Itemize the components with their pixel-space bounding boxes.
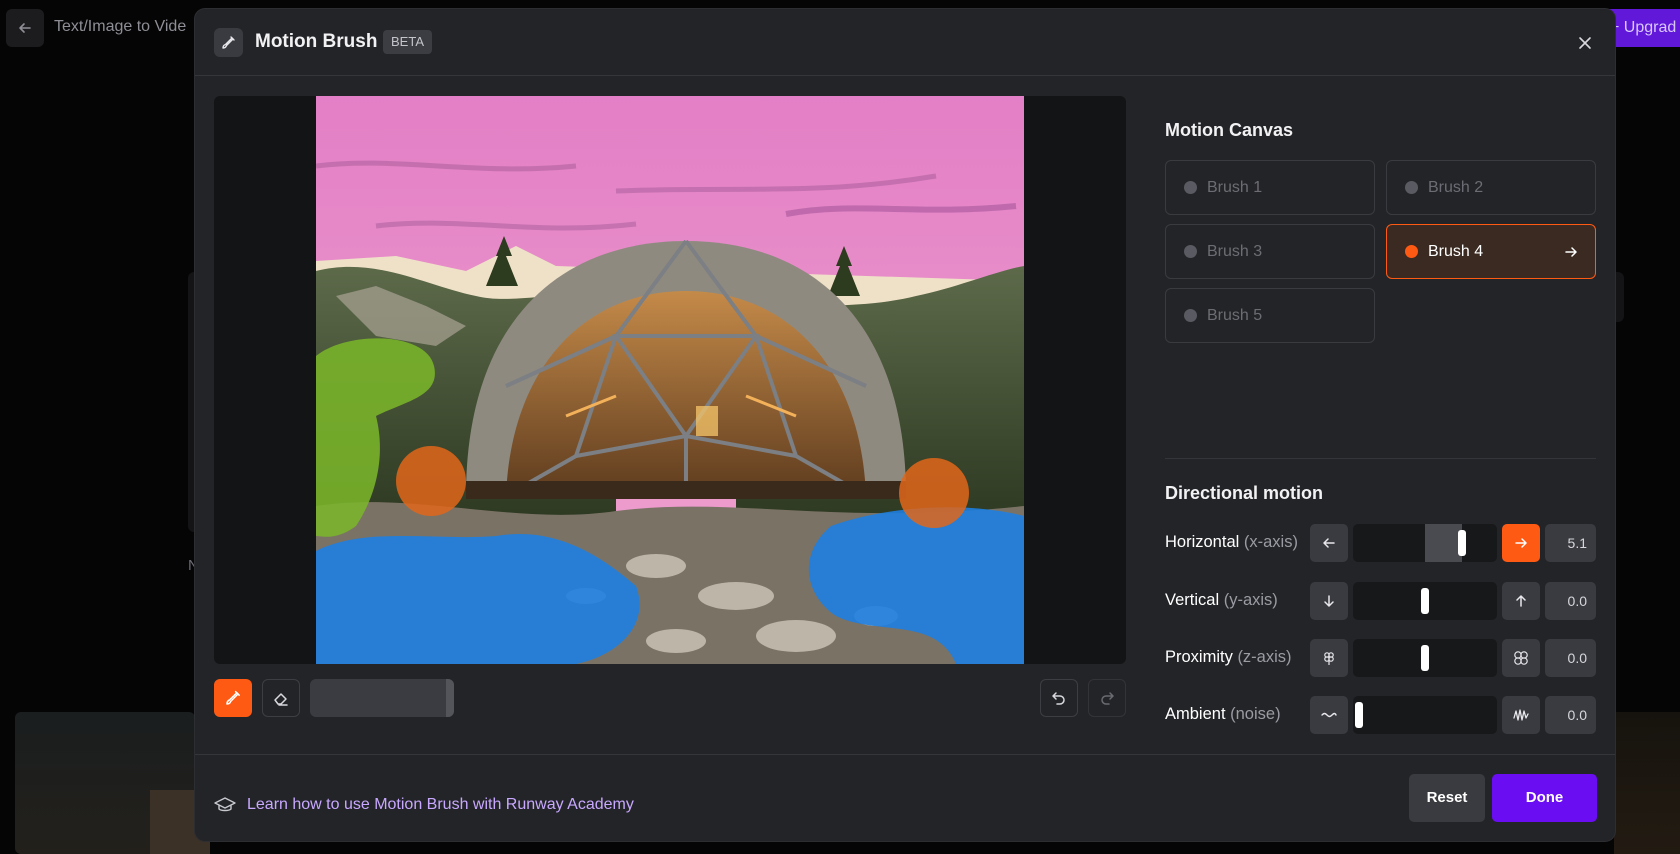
mask-orange-right [899,458,969,528]
ambient-slider[interactable] [1353,696,1497,734]
graduation-cap-icon [214,797,236,812]
back-button[interactable] [6,9,44,47]
modal-title: Motion Brush [255,31,378,52]
proximity-value[interactable]: 0.0 [1545,639,1596,677]
directional-motion-title: Directional motion [1165,483,1324,503]
brush-icon [214,28,243,57]
flower-small-icon [1324,652,1334,665]
ambient-increase-button[interactable] [1502,696,1540,734]
brush-dot-icon [1184,309,1197,322]
eraser-icon [274,693,288,706]
section-divider [1165,458,1596,459]
scene-image [316,96,1024,664]
brush-5-button[interactable]: Brush 5 [1165,288,1375,343]
brush-icon [226,690,240,705]
arrow-down-icon [1324,595,1334,607]
motion-canvas[interactable] [214,96,1126,664]
vertical-label: Vertical (y-axis) [1165,591,1278,609]
brush-3-button[interactable]: Brush 3 [1165,224,1375,279]
brush-label: Brush 5 [1207,306,1263,324]
ambient-label: Ambient (noise) [1165,705,1281,723]
horizontal-slider-thumb[interactable] [1458,530,1466,556]
brush-tool-button[interactable] [214,679,252,717]
wave-high-icon [1513,709,1529,721]
arrow-right-icon [1515,538,1527,548]
brush-dot-icon [1184,245,1197,258]
ambient-slider-thumb[interactable] [1355,702,1363,728]
arrow-left-icon [19,23,31,33]
horizontal-slider[interactable] [1353,524,1497,562]
redo-button[interactable] [1088,679,1126,717]
vertical-slider[interactable] [1353,582,1497,620]
brush-2-button[interactable]: Brush 2 [1386,160,1596,215]
brush-size-slider[interactable] [310,679,454,717]
reset-button[interactable]: Reset [1409,774,1485,822]
learn-link[interactable]: Learn how to use Motion Brush with Runwa… [214,796,634,814]
arrow-up-icon [1516,595,1526,607]
brush-label: Brush 1 [1207,178,1263,196]
proximity-in-button[interactable] [1502,639,1540,677]
brush-size-handle[interactable] [446,679,454,717]
vertical-up-button[interactable] [1502,582,1540,620]
proximity-out-button[interactable] [1310,639,1348,677]
horizontal-label: Horizontal (x-axis) [1165,533,1298,551]
background-thumbnail [1614,712,1680,854]
proximity-label: Proximity (z-axis) [1165,648,1292,666]
brush-label: Brush 2 [1428,178,1484,196]
close-button[interactable] [1573,31,1597,55]
vertical-down-button[interactable] [1310,582,1348,620]
horizontal-slider-fill [1425,524,1462,562]
brush-dot-icon [1405,245,1418,258]
ambient-decrease-button[interactable] [1310,696,1348,734]
brush-dot-icon [1405,181,1418,194]
horizontal-right-button[interactable] [1502,524,1540,562]
mask-orange-left [396,446,466,516]
undo-icon [1052,692,1065,705]
done-button[interactable]: Done [1492,774,1597,822]
learn-link-text[interactable]: Learn how to use Motion Brush with Runwa… [247,796,634,814]
arrow-right-icon [1565,247,1577,257]
brush-label: Brush 4 [1428,242,1484,260]
arrow-left-icon [1323,538,1335,548]
proximity-slider[interactable] [1353,639,1497,677]
motion-brush-modal: Motion Brush BETA Motion Canvas Brush 1 … [195,9,1615,841]
vertical-value[interactable]: 0.0 [1545,582,1596,620]
background-page-title: Text/Image to Vide [54,18,187,35]
proximity-slider-thumb[interactable] [1421,645,1429,671]
modal-header: Motion Brush BETA [195,9,1615,76]
horizontal-value[interactable]: 5.1 [1545,524,1596,562]
beta-badge: BETA [383,30,432,54]
eraser-tool-button[interactable] [262,679,300,717]
brush-label: Brush 3 [1207,242,1263,260]
redo-icon [1101,692,1114,705]
brush-1-button[interactable]: Brush 1 [1165,160,1375,215]
undo-button[interactable] [1040,679,1078,717]
horizontal-left-button[interactable] [1310,524,1348,562]
brush-4-button[interactable]: Brush 4 [1386,224,1596,279]
ambient-value[interactable]: 0.0 [1545,696,1596,734]
motion-canvas-title: Motion Canvas [1165,120,1294,140]
brush-dot-icon [1184,181,1197,194]
wave-low-icon [1321,712,1337,718]
flower-large-icon [1514,651,1528,665]
close-icon [1579,37,1591,49]
vertical-slider-thumb[interactable] [1421,588,1429,614]
